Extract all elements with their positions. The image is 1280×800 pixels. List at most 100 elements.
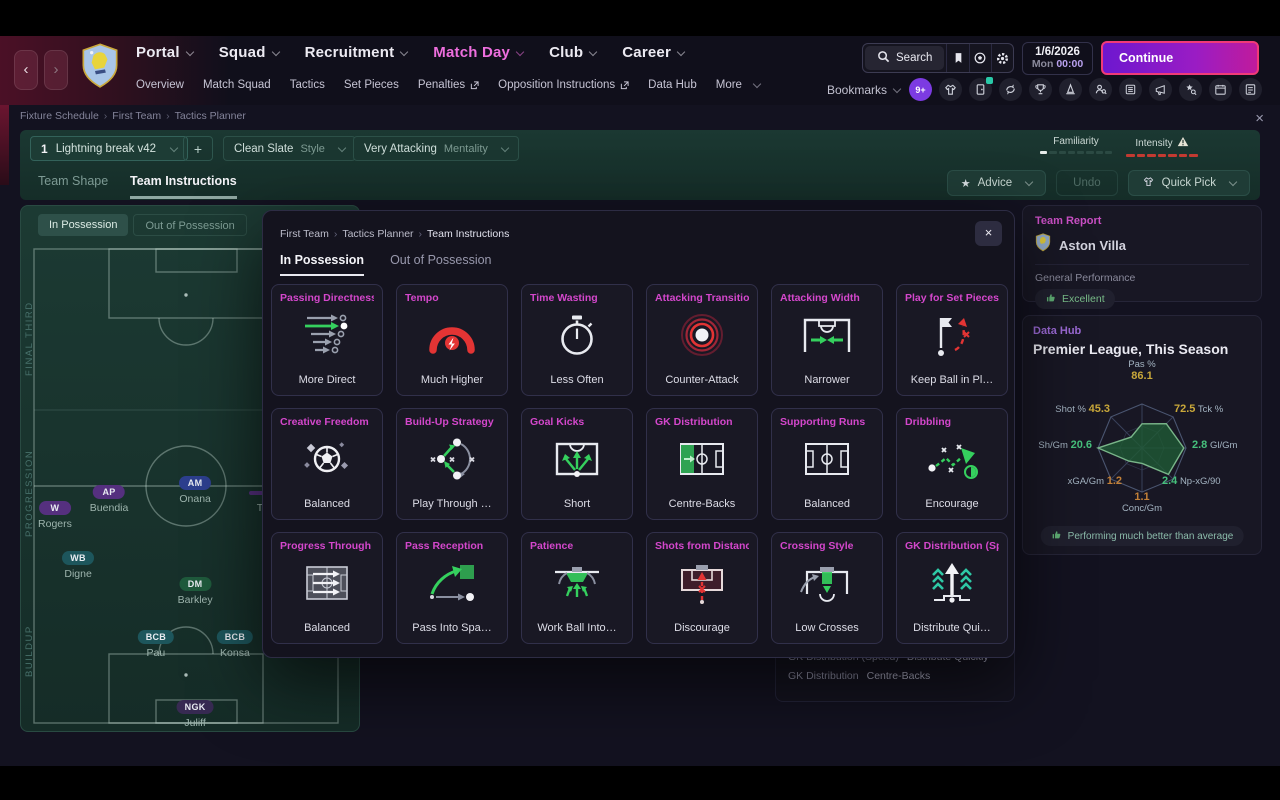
club-name[interactable]: Aston Villa bbox=[1059, 238, 1126, 253]
player-role-pill: BCB bbox=[216, 629, 254, 644]
instruction-card-build-up-strategy[interactable]: Build-Up Strategy Play Through … bbox=[396, 408, 508, 520]
player-buendia[interactable]: AP Buendia bbox=[90, 482, 128, 514]
instruction-card-gk-distribution[interactable]: GK Distribution Centre-Backs bbox=[646, 408, 758, 520]
player-barkley[interactable]: DM Barkley bbox=[178, 574, 213, 606]
shirt-icon[interactable] bbox=[939, 78, 962, 101]
advice-button[interactable]: ★ Advice bbox=[946, 170, 1047, 196]
notes-icon[interactable] bbox=[1239, 78, 1262, 101]
instruction-card-attacking-transition[interactable]: Attacking Transition Counter-Attack bbox=[646, 284, 758, 396]
nav-item-recruitment[interactable]: Recruitment bbox=[305, 44, 409, 61]
breadcrumb-bar: Fixture Schedule › First Team › Tactics Plan… bbox=[20, 110, 1264, 127]
instruction-card-dribbling[interactable]: Dribbling Encourage bbox=[896, 408, 1008, 520]
breadcrumb-item[interactable]: First Team bbox=[280, 228, 329, 240]
instruction-card-tempo[interactable]: Tempo Much Higher bbox=[396, 284, 508, 396]
tab-team-shape[interactable]: Team Shape bbox=[38, 174, 108, 188]
breadcrumb[interactable]: Fixture Schedule › First Team › Tactics Plan… bbox=[20, 110, 246, 122]
nav-item-match-day[interactable]: Match Day bbox=[433, 44, 525, 61]
subnav-item-label: Match Squad bbox=[202, 79, 271, 91]
megaphone-icon[interactable] bbox=[1149, 78, 1172, 101]
undo-button[interactable]: Undo bbox=[1056, 170, 1118, 196]
familiarity-meter: Familiarity bbox=[1040, 136, 1112, 154]
instruction-card-patience[interactable]: Patience Work Ball Into… bbox=[521, 532, 633, 644]
settings-gear-icon[interactable] bbox=[990, 44, 1013, 72]
nav-item-label: Match Day bbox=[433, 44, 511, 61]
instruction-card-progress-through[interactable]: Progress Through Balanced bbox=[271, 532, 383, 644]
instruction-card-title: Crossing Style bbox=[780, 540, 854, 552]
nav-item-squad[interactable]: Squad bbox=[219, 44, 280, 61]
modal-tab-in-possession[interactable]: In Possession bbox=[280, 253, 365, 276]
instruction-card-creative-freedom[interactable]: Creative Freedom Balanced bbox=[271, 408, 383, 520]
instruction-card-value: Balanced bbox=[304, 498, 350, 510]
instruction-card-shots-from-distance[interactable]: Shots from Distance Discourage bbox=[646, 532, 758, 644]
summary-row[interactable]: GK Distribution Centre-Backs bbox=[788, 670, 1002, 682]
bookmark-flag-icon[interactable] bbox=[946, 44, 968, 72]
subnav-item-more[interactable]: More bbox=[716, 79, 762, 91]
back-button[interactable]: ‹ bbox=[14, 50, 38, 90]
modal-tab-out-of-possession[interactable]: Out of Possession bbox=[390, 253, 491, 276]
subnav-item-set-pieces[interactable]: Set Pieces bbox=[344, 79, 399, 91]
player-konsa[interactable]: BCB Konsa bbox=[216, 627, 254, 659]
competition-icon[interactable] bbox=[1029, 78, 1052, 101]
add-tactic-button[interactable]: + bbox=[183, 136, 213, 161]
modal-breadcrumb[interactable]: First Team › Tactics Planner › Team Instruct… bbox=[280, 228, 509, 240]
tactic-selector[interactable]: 1 Lightning break v42 bbox=[30, 136, 189, 161]
player-rogers[interactable]: W Rogers bbox=[38, 498, 72, 530]
training-cone-icon[interactable] bbox=[1059, 78, 1082, 101]
subnav-item-data-hub[interactable]: Data Hub bbox=[648, 79, 697, 91]
nav-item-portal[interactable]: Portal bbox=[136, 44, 194, 61]
quick-pick-button[interactable]: Quick Pick bbox=[1127, 170, 1250, 196]
assistant-ball-icon[interactable] bbox=[968, 44, 991, 72]
instruction-card-goal-kicks[interactable]: Goal Kicks Short bbox=[521, 408, 633, 520]
breadcrumb-item[interactable]: First Team bbox=[112, 110, 161, 122]
club-crest-icon[interactable] bbox=[80, 41, 120, 93]
nav-item-club[interactable]: Club bbox=[549, 44, 598, 61]
breadcrumb-item[interactable]: Team Instructions bbox=[427, 228, 509, 240]
modal-close-icon[interactable]: × bbox=[975, 221, 1002, 246]
player-juliff[interactable]: NGK Juliff bbox=[176, 697, 214, 729]
player-onana[interactable]: AM Onana bbox=[179, 473, 212, 505]
nav-item-career[interactable]: Career bbox=[622, 44, 686, 61]
instruction-card-title: Supporting Runs bbox=[780, 416, 866, 428]
instruction-card-gk-distribution-speed[interactable]: GK Distribution (Speed) Distribute Qui… bbox=[896, 532, 1008, 644]
forward-button[interactable]: › bbox=[44, 50, 68, 90]
subnav-item-penalties[interactable]: Penalties bbox=[418, 79, 479, 91]
breadcrumb-item[interactable]: Tactics Planner bbox=[175, 110, 246, 122]
dribbling-icon bbox=[924, 436, 980, 482]
transfer-room-icon[interactable] bbox=[969, 77, 993, 101]
breadcrumb-item[interactable]: Tactics Planner bbox=[342, 228, 413, 240]
progress-through-icon bbox=[299, 560, 355, 606]
scouting-icon[interactable] bbox=[1089, 78, 1112, 101]
instruction-card-title: Dribbling bbox=[905, 416, 952, 428]
subnav-item-tactics[interactable]: Tactics bbox=[290, 79, 325, 91]
player-digne[interactable]: WB Digne bbox=[62, 548, 95, 580]
player-pau[interactable]: BCB Pau bbox=[137, 627, 175, 659]
squad-list-icon[interactable] bbox=[1119, 78, 1142, 101]
instruction-card-value: Play Through … bbox=[412, 498, 492, 510]
instruction-card-crossing-style[interactable]: Crossing Style Low Crosses bbox=[771, 532, 883, 644]
instruction-card-attacking-width[interactable]: Attacking Width Narrower bbox=[771, 284, 883, 396]
subnav-item-match-squad[interactable]: Match Squad bbox=[203, 79, 271, 91]
mentality-dropdown[interactable]: Very Attacking Mentality bbox=[353, 136, 519, 161]
subnav-item-overview[interactable]: Overview bbox=[136, 79, 184, 91]
close-icon[interactable]: × bbox=[1255, 110, 1264, 127]
continue-button[interactable]: Continue bbox=[1101, 41, 1259, 75]
subnav-item-opposition-instructions[interactable]: Opposition Instructions bbox=[498, 79, 629, 91]
instruction-card-supporting-runs[interactable]: Supporting Runs Balanced bbox=[771, 408, 883, 520]
instruction-card-pass-reception[interactable]: Pass Reception Pass Into Spa… bbox=[396, 532, 508, 644]
possession-tab-in-possession[interactable]: In Possession bbox=[38, 214, 129, 236]
bookmarks-dropdown[interactable]: Bookmarks bbox=[827, 83, 902, 97]
style-dropdown[interactable]: Clean Slate Style bbox=[223, 136, 356, 161]
instruction-card-time-wasting[interactable]: Time Wasting Less Often bbox=[521, 284, 633, 396]
search-button[interactable]: Search bbox=[865, 46, 945, 70]
star-search-icon[interactable] bbox=[1179, 78, 1202, 101]
possession-tab-out-of-possession[interactable]: Out of Possession bbox=[133, 214, 247, 236]
tab-team-instructions[interactable]: Team Instructions bbox=[130, 174, 237, 199]
instruction-card-passing-directness[interactable]: Passing Directness More Direct bbox=[271, 284, 383, 396]
breadcrumb-item[interactable]: Fixture Schedule bbox=[20, 110, 99, 122]
messages-icon[interactable]: 9+ bbox=[909, 78, 932, 101]
calendar-icon[interactable] bbox=[1209, 78, 1232, 101]
instruction-card-play-for-set-pieces[interactable]: Play for Set Pieces Keep Ball in Pl… bbox=[896, 284, 1008, 396]
sync-icon[interactable] bbox=[999, 78, 1022, 101]
radar-axis-conc-gm: 1.1 Conc/Gm bbox=[1121, 491, 1163, 514]
instruction-card-title: Time Wasting bbox=[530, 292, 598, 304]
